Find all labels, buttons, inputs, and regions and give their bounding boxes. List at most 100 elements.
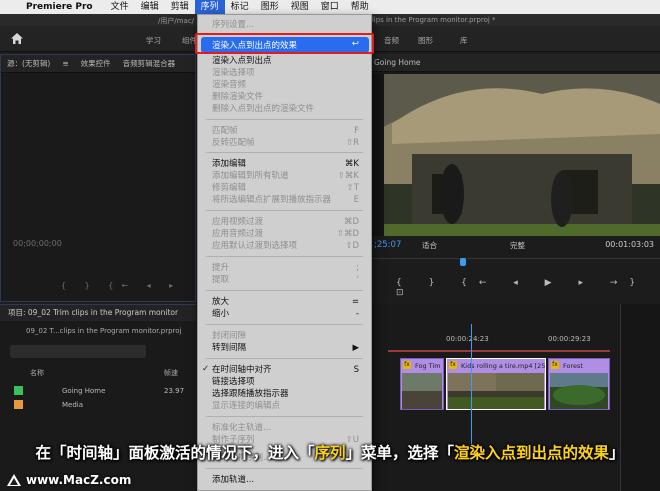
menu-item-show-through-edits[interactable]: 显示连接的编辑点 bbox=[212, 400, 363, 412]
title-path-left: /用户/mac/ bbox=[158, 17, 195, 25]
timeline-clip[interactable]: fx Forest bbox=[548, 358, 610, 410]
menu-help[interactable]: 帮助 bbox=[345, 0, 375, 14]
workspace-libraries[interactable]: 库 bbox=[460, 35, 468, 46]
menu-item-render-audio[interactable]: 渲染音频 bbox=[212, 79, 363, 91]
menu-item-trim-edit[interactable]: 修剪编辑 ⇧T bbox=[212, 182, 363, 194]
menu-item-snap-in-timeline[interactable]: 在时间轴中对齐 S bbox=[212, 364, 363, 376]
menu-item-render-selection[interactable]: 渲染选择项 bbox=[212, 67, 363, 79]
timeline-clip-selected[interactable]: fx Kids rolling a tire.mp4 [25%] bbox=[446, 358, 546, 410]
timeline-playhead[interactable] bbox=[471, 324, 472, 444]
column-name[interactable]: 名称 bbox=[30, 368, 44, 378]
home-icon[interactable] bbox=[10, 32, 24, 45]
menu-view[interactable]: 视图 bbox=[285, 0, 315, 14]
zoom-fit-select[interactable]: 适合 bbox=[422, 240, 437, 251]
title-path-right: clips in the Program monitor.prproj * bbox=[368, 16, 496, 24]
source-tabs: 源：(无剪辑) ≡ 效果控件 音频剪辑混合器 bbox=[1, 55, 195, 73]
menu-item-go-to-gap[interactable]: 转到间隔 ▶ bbox=[212, 342, 363, 354]
clip-thumbnail bbox=[448, 373, 544, 409]
menu-item-zoom-in[interactable]: 放大 = bbox=[212, 296, 363, 308]
menu-item-extract[interactable]: 提取 ' bbox=[212, 274, 363, 286]
program-transport-controls[interactable]: { } {← ◂ ▶ ▸ →} ⊡ bbox=[396, 278, 660, 298]
menu-graphics[interactable]: 图形 bbox=[255, 0, 285, 14]
timeline-timecode-1: 00:00:24:23 bbox=[446, 335, 489, 343]
menu-separator bbox=[206, 152, 363, 153]
sequence-menu: 序列设置... 渲染入点到出点的效果 ↩ 渲染入点到出点 渲染选择项 渲染音频 … bbox=[197, 14, 372, 491]
menu-item-sequence-settings[interactable]: 序列设置... bbox=[212, 19, 363, 31]
menu-item-add-edit[interactable]: 添加编辑 ⌘K bbox=[212, 158, 363, 170]
fx-icon: fx bbox=[449, 361, 457, 369]
checkmark-icon: ✓ bbox=[202, 364, 210, 374]
menu-item-apply-audio-transition[interactable]: 应用音频过渡 ⇧⌘D bbox=[212, 228, 363, 240]
project-search-input[interactable] bbox=[10, 345, 146, 358]
menu-separator bbox=[206, 324, 363, 325]
highlight-annotation-box bbox=[195, 33, 374, 54]
project-file-name: 09_02 T...clips in the Program monitor.p… bbox=[26, 327, 182, 335]
menu-file[interactable]: 文件 bbox=[105, 0, 135, 14]
menu-separator bbox=[206, 358, 363, 359]
app-menu[interactable]: Premiere Pro bbox=[26, 2, 93, 12]
menu-item-apply-video-transition[interactable]: 应用视频过渡 ⌘D bbox=[212, 216, 363, 228]
program-timecode[interactable]: ;25:07 bbox=[374, 240, 401, 250]
menu-item-match-frame[interactable]: 匹配帧 F bbox=[212, 125, 363, 137]
column-framerate[interactable]: 帧速 bbox=[164, 368, 178, 378]
clip-label: Kids rolling a tire.mp4 [25%] bbox=[461, 362, 546, 370]
clip-label: Fog Tim bbox=[415, 362, 441, 370]
timeline-timecode-2: 00:00:29:23 bbox=[548, 335, 591, 343]
menu-separator bbox=[206, 256, 363, 257]
watermark: www.MacZ.com bbox=[6, 470, 131, 490]
tab-source[interactable]: 源：(无剪辑) bbox=[1, 58, 56, 69]
tab-menu-icon[interactable]: ≡ bbox=[56, 59, 74, 68]
menu-sequence[interactable]: 序列 bbox=[194, 0, 225, 14]
menu-separator bbox=[206, 119, 363, 120]
render-bar bbox=[388, 350, 610, 352]
menu-item-lift[interactable]: 提升; bbox=[212, 262, 363, 274]
menu-clip[interactable]: 剪辑 bbox=[165, 0, 195, 14]
menu-edit[interactable]: 编辑 bbox=[135, 0, 165, 14]
fx-icon: fx bbox=[403, 361, 411, 369]
program-controls: ;25:07 适合 完整 00:01:03:03 { } {← ◂ ▶ ▸ →}… bbox=[372, 236, 660, 302]
project-bin-media[interactable]: Media bbox=[62, 401, 83, 409]
site-logo-icon bbox=[7, 474, 21, 486]
resolution-select[interactable]: 完整 bbox=[510, 240, 525, 251]
clip-thumbnail bbox=[550, 373, 608, 409]
menu-item-delete-render-files[interactable]: 删除渲染文件 bbox=[212, 91, 363, 103]
menu-item-zoom-out[interactable]: 缩小 - bbox=[212, 308, 363, 320]
program-tab[interactable]: Going Home bbox=[372, 54, 660, 72]
workspace-audio[interactable]: 音频 bbox=[384, 35, 399, 46]
menu-window[interactable]: 窗口 bbox=[315, 0, 345, 14]
menu-item-apply-default-transition[interactable]: 应用默认过渡到选择项 ⇧D bbox=[212, 240, 363, 252]
menu-item-reverse-match-frame[interactable]: 反转匹配帧 ⇧R bbox=[212, 137, 363, 149]
menubar: Premiere Pro 文件 编辑 剪辑 序列 标记 图形 视图 窗口 帮助 bbox=[0, 0, 660, 14]
fx-icon: fx bbox=[551, 361, 559, 369]
menu-separator bbox=[206, 416, 363, 417]
menu-item-delete-render-in-out[interactable]: 删除入点到出点的渲染文件 bbox=[212, 103, 363, 115]
menu-item-linked-selection[interactable]: 链接选择项 bbox=[212, 376, 363, 388]
menu-markers[interactable]: 标记 bbox=[225, 0, 255, 14]
project-item-going-home[interactable]: Going Home bbox=[62, 387, 105, 395]
project-item-rate: 23.97 bbox=[164, 387, 185, 395]
clip-thumbnail bbox=[402, 373, 442, 409]
source-transport-controls[interactable]: { } {← ◂ ▸ bbox=[61, 281, 181, 290]
program-playhead[interactable] bbox=[460, 258, 466, 266]
timeline-clip[interactable]: fx Fog Tim bbox=[400, 358, 444, 410]
label-color-swatch bbox=[14, 400, 23, 409]
menu-item-selection-follows-playhead[interactable]: 选择跟随播放指示器 bbox=[212, 388, 363, 400]
menu-item-close-gap[interactable]: 封闭间隙 bbox=[212, 330, 363, 342]
source-panel: 源：(无剪辑) ≡ 效果控件 音频剪辑混合器 00;00;00;00 { } {… bbox=[0, 54, 196, 302]
menu-item-extend-edit[interactable]: 将所选编辑点扩展到播放指示器 E bbox=[212, 194, 363, 206]
menu-item-add-edit-all-tracks[interactable]: 添加编辑到所有轨道 ⇧⌘K bbox=[212, 170, 363, 182]
menu-item-add-tracks[interactable]: 添加轨道... bbox=[212, 474, 363, 486]
tab-audio-mixer[interactable]: 音频剪辑混合器 bbox=[117, 58, 182, 69]
menu-item-normalize-master[interactable]: 标准化主轨道... bbox=[212, 422, 363, 434]
menu-item-render-in-to-out[interactable]: 渲染入点到出点 bbox=[212, 55, 363, 67]
program-ruler[interactable] bbox=[372, 258, 660, 266]
source-timecode[interactable]: 00;00;00;00 bbox=[13, 239, 62, 248]
menu-separator bbox=[206, 210, 363, 211]
watermark-text: www.MacZ.com bbox=[26, 473, 132, 487]
workspace-graphics[interactable]: 图形 bbox=[418, 35, 433, 46]
project-tab[interactable]: 项目: 09_02 Trim clips in the Program moni… bbox=[0, 305, 196, 321]
tab-effect-controls[interactable]: 效果控件 bbox=[75, 58, 117, 69]
workspace-learn[interactable]: 学习 bbox=[146, 35, 161, 46]
submenu-arrow-icon: ▶ bbox=[352, 343, 359, 353]
label-color-swatch bbox=[14, 386, 23, 395]
